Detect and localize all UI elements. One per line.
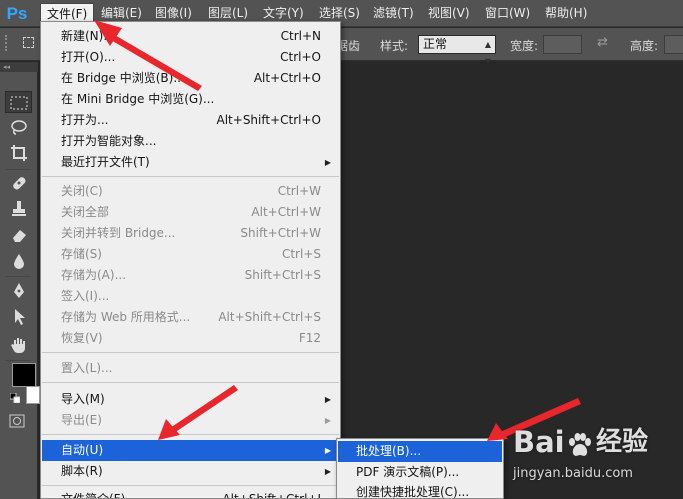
menu-item-revert: 恢复(V) F12 bbox=[61, 331, 321, 345]
menu-help[interactable]: 帮助(H) bbox=[539, 3, 593, 24]
tool-preset-marquee-icon[interactable] bbox=[23, 37, 34, 48]
menu-item-new[interactable]: 新建(N)... Ctrl+N bbox=[42, 26, 339, 47]
menu-filter[interactable]: 滤镜(T) bbox=[367, 3, 420, 24]
submenu-item-pdf-presentation[interactable]: PDF 演示文稿(P)... bbox=[338, 462, 502, 483]
baidu-jingyan-watermark: Bai 经验 jingyan.baidu.com bbox=[513, 425, 649, 481]
submenu-arrow-icon: ▶ bbox=[324, 416, 331, 425]
eraser-icon[interactable] bbox=[5, 224, 32, 246]
spot-healing-brush-icon[interactable] bbox=[5, 172, 32, 194]
default-colors-icon[interactable] bbox=[9, 392, 21, 404]
menu-item-close-and-go-to-bridge: 关闭并转到 Bridge... Shift+Ctrl+W bbox=[61, 226, 321, 240]
menu-item-open-recent[interactable]: 最近打开文件(T) ▶ bbox=[42, 152, 339, 173]
tools-panel-collapse-icon[interactable]: ◂◂ bbox=[0, 62, 38, 72]
menu-item-file-info[interactable]: 文件简介(F)... Alt+Shift+Ctrl+I bbox=[42, 489, 339, 498]
menu-item-export: 导出(E) ▶ bbox=[42, 410, 339, 431]
style-dropdown[interactable]: 正常 ▲▼ bbox=[418, 35, 496, 66]
swap-width-height-icon[interactable]: ⇄ bbox=[597, 35, 608, 50]
paw-icon bbox=[569, 433, 591, 456]
menu-item-import[interactable]: 导入(M) ▶ bbox=[42, 389, 339, 410]
menu-separator bbox=[42, 485, 339, 486]
submenu-arrow-icon: ▶ bbox=[324, 446, 331, 455]
quick-mask-icon[interactable] bbox=[9, 414, 25, 432]
rectangular-marquee-icon[interactable] bbox=[5, 91, 32, 113]
menu-item-place: 置入(L)... bbox=[61, 361, 113, 375]
menu-item-close-all: 关闭全部 Alt+Ctrl+W bbox=[61, 205, 321, 219]
menu-item-browse-in-mini-bridge[interactable]: 在 Mini Bridge 中浏览(G)... bbox=[42, 89, 339, 110]
menu-window[interactable]: 窗口(W) bbox=[479, 3, 536, 24]
menu-item-save-as: 存储为(A)... Shift+Ctrl+S bbox=[61, 268, 321, 282]
pen-icon[interactable] bbox=[5, 280, 32, 302]
submenu-arrow-icon: ▶ bbox=[324, 395, 331, 404]
style-label: 样式: bbox=[380, 39, 409, 53]
height-label: 高度: bbox=[630, 39, 659, 53]
submenu-item-create-droplet[interactable]: 创建快捷批处理(C)... bbox=[338, 482, 502, 498]
automate-submenu: 批处理(B)... PDF 演示文稿(P)... 创建快捷批处理(C)... bbox=[336, 438, 504, 499]
menu-item-open-as-smart-object[interactable]: 打开为智能对象... bbox=[42, 131, 339, 152]
menu-item-browse-in-bridge[interactable]: 在 Bridge 中浏览(B)... Alt+Ctrl+O bbox=[42, 68, 339, 89]
photoshop-logo: Ps bbox=[6, 4, 28, 23]
menu-separator bbox=[42, 434, 339, 435]
file-menu-dropdown: 新建(N)... Ctrl+N 打开(O)... Ctrl+O 在 Bridge 中… bbox=[40, 21, 341, 499]
tools-panel: ◂◂ bbox=[0, 62, 38, 499]
menu-item-save-for-web: 存储为 Web 所用格式... Alt+Shift+Ctrl+S bbox=[61, 310, 321, 324]
clone-stamp-icon[interactable] bbox=[5, 198, 32, 220]
menu-item-open[interactable]: 打开(O)... Ctrl+O bbox=[42, 47, 339, 68]
menu-view[interactable]: 视图(V) bbox=[422, 3, 476, 24]
submenu-arrow-icon: ▶ bbox=[324, 467, 331, 476]
submenu-item-batch[interactable]: 批处理(B)... bbox=[338, 441, 502, 462]
watermark-url: jingyan.baidu.com bbox=[513, 466, 633, 481]
menu-separator bbox=[42, 176, 339, 177]
menu-separator bbox=[42, 352, 339, 353]
path-selection-icon[interactable] bbox=[5, 306, 32, 328]
background-color-swatch[interactable] bbox=[26, 386, 40, 404]
lasso-icon[interactable] bbox=[5, 116, 32, 138]
crop-icon[interactable] bbox=[5, 142, 32, 164]
menu-item-check-in: 签入(I)... bbox=[61, 289, 110, 303]
style-value: 正常 bbox=[423, 37, 448, 51]
menu-item-close: 关闭(C) Ctrl+W bbox=[61, 184, 321, 198]
blur-icon[interactable] bbox=[5, 250, 32, 272]
menu-item-open-as[interactable]: 打开为... Alt+Shift+Ctrl+O bbox=[42, 110, 339, 131]
options-bar-grip[interactable] bbox=[5, 35, 8, 51]
menu-item-save: 存储(S) Ctrl+S bbox=[61, 247, 321, 261]
width-label: 宽度: bbox=[510, 39, 539, 53]
menu-item-automate[interactable]: 自动(U) ▶ bbox=[42, 440, 339, 461]
foreground-color-swatch[interactable] bbox=[12, 363, 36, 387]
height-input[interactable] bbox=[664, 35, 683, 54]
menu-item-scripts[interactable]: 脚本(R) ▶ bbox=[42, 461, 339, 482]
submenu-arrow-icon: ▶ bbox=[324, 158, 331, 167]
width-input[interactable] bbox=[543, 35, 582, 54]
menu-separator bbox=[42, 382, 339, 383]
hand-icon[interactable] bbox=[5, 334, 32, 356]
